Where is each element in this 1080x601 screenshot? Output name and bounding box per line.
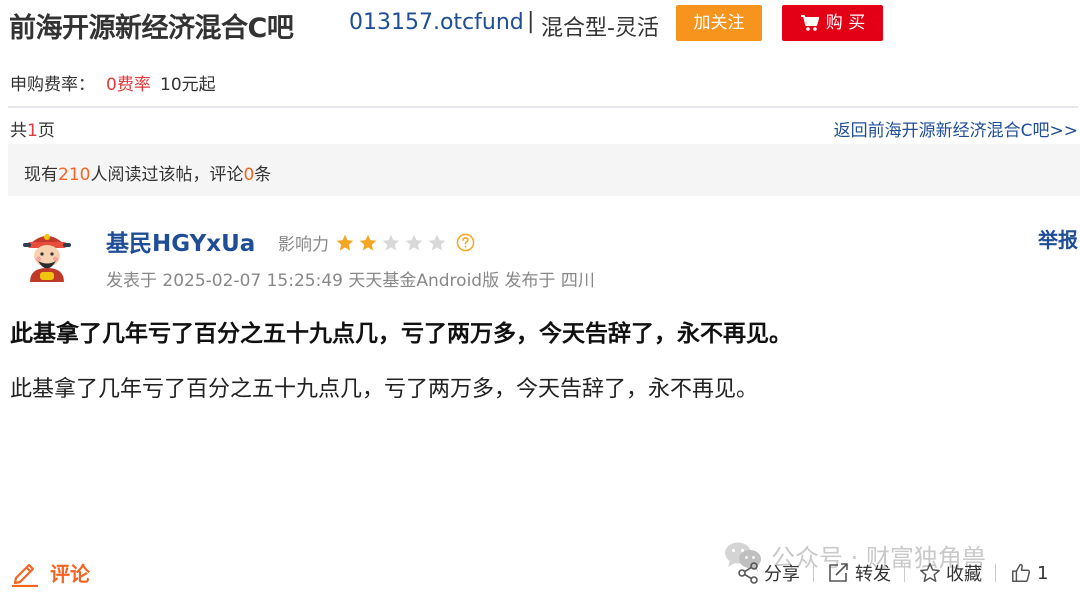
buy-label: 购 买	[825, 13, 866, 33]
repost-button[interactable]: 转发	[827, 560, 891, 586]
action-divider	[813, 564, 814, 582]
bar-title: 前海开源新经济混合C吧	[9, 13, 294, 44]
rating-stars	[335, 233, 447, 253]
question-circle-icon[interactable]	[456, 233, 475, 252]
influence-rating: 影响力	[278, 230, 475, 255]
share-icon	[738, 562, 758, 584]
share-label: 分享	[764, 564, 800, 585]
star-empty-icon	[405, 234, 423, 250]
post-title: 此基拿了几年亏了百分之五十九点几，亏了两万多，今天告辞了，永不再见。	[10, 321, 792, 347]
action-divider	[995, 564, 996, 582]
post-actions: 分享 转发 收藏 1	[736, 560, 1048, 586]
action-divider	[904, 564, 905, 582]
post-meta: 发表于 2025-02-07 15:25:49 天天基金Android版 发布于…	[106, 271, 595, 291]
back-to-bar-link[interactable]: 返回前海开源新经济混合C吧>>	[834, 116, 1078, 141]
comment-count: 0	[243, 165, 255, 185]
fund-type: 混合型-灵活	[541, 16, 659, 41]
page-count-number: 1	[27, 121, 38, 141]
comment-button[interactable]: 评论	[10, 558, 90, 587]
fee-label: 申购费率：	[10, 75, 95, 95]
post-body: 此基拿了几年亏了百分之五十九点几，亏了两万多，今天告辞了，永不再见。	[10, 377, 759, 402]
fee-rate: 0费率	[106, 75, 151, 95]
follow-button[interactable]: 加关注	[676, 5, 762, 41]
comment-label: 评论	[50, 562, 90, 586]
stats-prefix: 现有	[24, 165, 58, 185]
star-empty-icon	[382, 234, 400, 250]
report-button[interactable]: 举报	[1038, 224, 1078, 253]
favorite-label: 收藏	[946, 564, 982, 585]
share-button[interactable]: 分享	[736, 560, 800, 586]
like-count: 1	[1037, 562, 1049, 584]
reader-count: 210	[58, 165, 91, 185]
page-count-suffix: 页	[37, 121, 55, 141]
stats-suffix: 条	[254, 165, 272, 185]
fund-code[interactable]: 013157.otcfund	[349, 10, 524, 35]
read-stats: 现有210人阅读过该帖，评论0条	[24, 160, 271, 185]
repost-icon	[829, 563, 848, 582]
avatar[interactable]	[18, 224, 76, 282]
repost-label: 转发	[855, 564, 891, 585]
header-separator: |	[527, 9, 535, 34]
divider	[8, 106, 1078, 108]
thumbs-up-icon	[1012, 563, 1031, 582]
influence-label: 影响力	[278, 235, 329, 255]
cart-icon	[800, 15, 819, 31]
favorite-button[interactable]: 收藏	[918, 560, 982, 586]
username[interactable]: 基民HGYxUa	[106, 224, 255, 258]
pencil-icon	[12, 563, 38, 587]
buy-button[interactable]: 购 买	[782, 5, 883, 41]
page-count-prefix: 共	[10, 121, 27, 141]
star-filled-icon	[359, 234, 377, 250]
like-button[interactable]: 1	[1009, 562, 1048, 584]
page-count: 共1页	[10, 116, 55, 141]
star-empty-icon	[428, 234, 446, 250]
star-filled-icon	[336, 234, 354, 250]
star-outline-icon	[920, 563, 940, 582]
stats-middle: 人阅读过该帖，评论	[90, 165, 244, 185]
fee-minimum: 10元起	[160, 75, 216, 95]
